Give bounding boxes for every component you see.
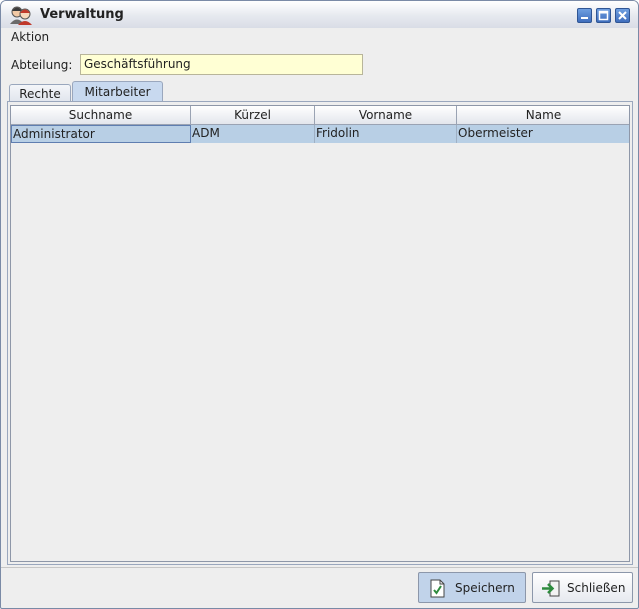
close-button[interactable]: Schließen [532,572,633,603]
close-icon [618,11,627,20]
close-window-button[interactable] [615,8,630,23]
footer-divider [1,567,638,568]
save-button[interactable]: Speichern [418,572,526,603]
column-header-suchname[interactable]: Suchname [11,106,191,125]
tab-mitarbeiter[interactable]: Mitarbeiter [72,81,163,102]
cell-name[interactable]: Obermeister [457,125,629,143]
menu-bar: Aktion [1,28,638,47]
cell-suchname[interactable]: Administrator [11,125,191,143]
save-button-label: Speichern [455,581,515,595]
table-row[interactable]: Administrator ADM Fridolin Obermeister [11,125,629,143]
cell-kuerzel[interactable]: ADM [191,125,315,143]
abteilung-field[interactable]: Geschäftsführung [80,54,363,75]
maximize-icon [598,10,609,21]
employee-table[interactable]: Suchname Kürzel Vorname Name Administrat… [10,105,630,562]
document-check-icon [430,579,445,598]
maximize-button[interactable] [596,8,611,23]
close-button-label: Schließen [567,581,626,595]
tab-panel-mitarbeiter: Suchname Kürzel Vorname Name Administrat… [7,101,633,565]
minimize-icon [581,17,588,19]
window-title: Verwaltung [40,7,124,22]
window: Verwaltung Aktion Abteilung: Geschäftsfü… [0,0,639,609]
users-icon [10,6,32,25]
menu-aktion[interactable]: Aktion [11,30,49,44]
column-header-vorname[interactable]: Vorname [315,106,457,125]
column-header-kuerzel[interactable]: Kürzel [191,106,315,125]
cell-vorname[interactable]: Fridolin [315,125,457,143]
abteilung-label: Abteilung: [11,58,73,72]
table-header: Suchname Kürzel Vorname Name [11,106,629,125]
exit-arrow-icon [542,580,560,597]
minimize-button[interactable] [577,8,592,23]
title-bar[interactable]: Verwaltung [1,1,638,29]
column-header-name[interactable]: Name [457,106,629,125]
